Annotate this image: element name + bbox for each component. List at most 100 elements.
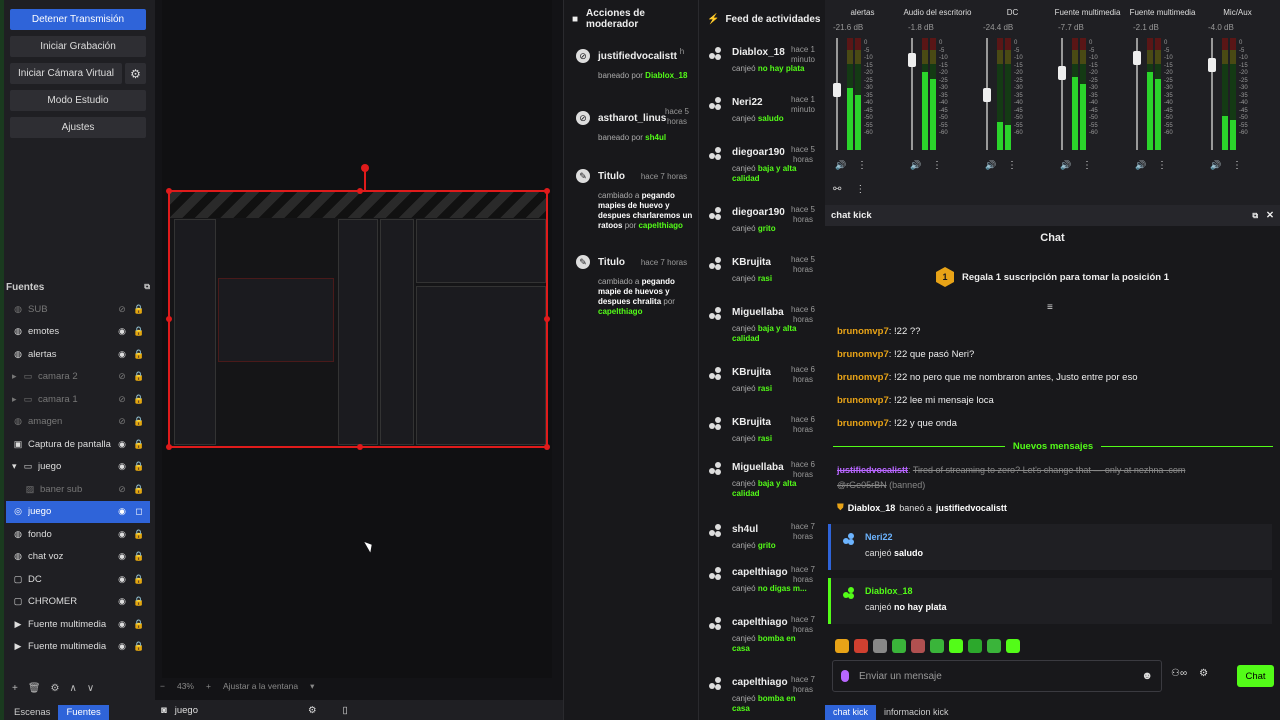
lock-icon[interactable]: 🔒 bbox=[133, 529, 145, 540]
mod-action-by[interactable]: capelthiago bbox=[598, 307, 642, 316]
eye-icon[interactable]: ◉ bbox=[116, 529, 128, 540]
remove-source-icon[interactable]: 🗑 bbox=[28, 683, 41, 697]
lock-icon[interactable]: ◻ bbox=[133, 506, 145, 517]
lock-icon[interactable]: 🔒 bbox=[133, 484, 145, 495]
move-down-icon[interactable]: ∨ bbox=[87, 683, 94, 697]
eye-icon[interactable]: ◉ bbox=[116, 574, 128, 585]
mod-action-user[interactable]: astharot_linus bbox=[598, 113, 666, 124]
source-item[interactable]: ▸ ▭ camara 1 ⊘ 🔒 bbox=[6, 388, 150, 411]
source-item[interactable]: ▶ Fuente multimedia ◉ 🔒 bbox=[6, 613, 150, 636]
resize-handle-bl[interactable] bbox=[166, 444, 172, 450]
settings-button[interactable]: Ajustes bbox=[10, 117, 146, 138]
feed-user[interactable]: Miguellaba bbox=[732, 307, 784, 318]
chevron-right-icon[interactable]: ▸ bbox=[12, 394, 22, 405]
feed-user[interactable]: Neri22 bbox=[732, 97, 763, 108]
fader-knob[interactable] bbox=[983, 88, 991, 102]
chevron-down-icon[interactable]: ▾ bbox=[12, 461, 22, 472]
source-item[interactable]: ◍ emotes ◉ 🔒 bbox=[6, 321, 150, 344]
lock-icon[interactable]: 🔒 bbox=[133, 394, 145, 405]
fader-knob[interactable] bbox=[1208, 58, 1216, 72]
source-item[interactable]: ◍ alertas ◉ 🔒 bbox=[6, 343, 150, 366]
channel-menu-icon[interactable]: ⋮ bbox=[1232, 160, 1242, 171]
mod-action-user[interactable]: Titulo bbox=[598, 171, 625, 182]
eye-icon[interactable]: ◉ bbox=[116, 439, 128, 450]
lock-icon[interactable]: 🔒 bbox=[133, 349, 145, 360]
eye-icon[interactable]: ⊘ bbox=[116, 416, 128, 427]
tab-scenes[interactable]: Escenas bbox=[6, 705, 58, 720]
banned-user[interactable]: justifiedvocalistt bbox=[837, 465, 908, 475]
emote-icon[interactable] bbox=[987, 639, 1001, 653]
emote-icon[interactable] bbox=[930, 639, 944, 653]
source-item[interactable]: ◍ SUB ⊘ 🔒 bbox=[6, 298, 150, 321]
resize-handle-tl[interactable] bbox=[166, 188, 172, 194]
speaker-icon[interactable]: 🔊 bbox=[1060, 160, 1071, 171]
eye-icon[interactable]: ⊘ bbox=[116, 371, 128, 382]
emote-icon[interactable] bbox=[949, 639, 963, 653]
feed-user[interactable]: Miguellaba bbox=[732, 462, 784, 473]
mod-action-by[interactable]: capelthiago bbox=[638, 221, 682, 230]
speaker-icon[interactable]: 🔊 bbox=[985, 160, 996, 171]
feed-user[interactable]: capelthiago bbox=[732, 567, 788, 578]
lock-icon[interactable]: 🔒 bbox=[133, 439, 145, 450]
move-up-icon[interactable]: ∧ bbox=[70, 683, 77, 697]
eye-icon[interactable]: ◉ bbox=[116, 596, 128, 607]
lock-icon[interactable]: 🔒 bbox=[133, 416, 145, 427]
source-item[interactable]: ▨ baner sub ⊘ 🔒 bbox=[6, 478, 150, 501]
lock-icon[interactable]: 🔒 bbox=[133, 574, 145, 585]
resize-handle-tr[interactable] bbox=[544, 188, 550, 194]
start-virtual-cam-button[interactable]: Iniciar Cámara Virtual bbox=[10, 63, 122, 84]
undock-icon[interactable]: ⧉ bbox=[144, 282, 150, 292]
mixer-menu-icon[interactable]: ⋮ bbox=[855, 184, 865, 195]
pinned-chevron-icon[interactable]: ≡ bbox=[1047, 302, 1053, 313]
channel-menu-icon[interactable]: ⋮ bbox=[1082, 160, 1092, 171]
emote-icon[interactable] bbox=[911, 639, 925, 653]
speaker-icon[interactable]: 🔊 bbox=[835, 160, 846, 171]
chevron-right-icon[interactable]: ▸ bbox=[12, 371, 22, 382]
emote-icon[interactable] bbox=[1006, 639, 1020, 653]
feed-user[interactable]: capelthiago bbox=[732, 677, 788, 688]
tab-informacion-kick[interactable]: informacion kick bbox=[876, 705, 957, 720]
tab-chat-kick[interactable]: chat kick bbox=[825, 705, 877, 720]
channel-menu-icon[interactable]: ⋮ bbox=[857, 160, 867, 171]
chevron-down-icon[interactable]: ▾ bbox=[310, 681, 314, 693]
source-item[interactable]: ◍ fondo ◉ 🔒 bbox=[6, 523, 150, 546]
source-item[interactable]: ▢ DC ◉ 🔒 bbox=[6, 568, 150, 591]
chat-settings-icon[interactable]: ⚙ bbox=[1199, 668, 1208, 679]
lock-icon[interactable]: 🔒 bbox=[133, 619, 145, 630]
zoom-in-icon[interactable]: + bbox=[206, 681, 211, 693]
eye-icon[interactable]: ◉ bbox=[116, 461, 128, 472]
tab-sources[interactable]: Fuentes bbox=[58, 705, 109, 720]
eye-icon[interactable]: ⊘ bbox=[116, 394, 128, 405]
lock-icon[interactable]: 🔒 bbox=[133, 304, 145, 315]
source-item[interactable]: ▶ Fuente multimedia ◉ 🔒 bbox=[6, 636, 150, 659]
channel-menu-icon[interactable]: ⋮ bbox=[1007, 160, 1017, 171]
scene-gear-icon[interactable]: ⚙ bbox=[308, 705, 317, 716]
lock-icon[interactable]: 🔒 bbox=[133, 596, 145, 607]
zoom-out-icon[interactable]: − bbox=[160, 681, 165, 693]
lock-icon[interactable]: 🔒 bbox=[133, 371, 145, 382]
preview-canvas[interactable] bbox=[162, 0, 552, 678]
mod-action-user[interactable]: Titulo bbox=[598, 257, 625, 268]
fader-track[interactable] bbox=[1061, 38, 1063, 150]
eye-icon[interactable]: ◉ bbox=[116, 619, 128, 630]
feed-user[interactable]: KBrujita bbox=[732, 367, 771, 378]
fader-track[interactable] bbox=[1211, 38, 1213, 150]
resize-handle-r[interactable] bbox=[544, 316, 550, 322]
mic-icon[interactable] bbox=[841, 670, 849, 682]
source-properties-icon[interactable]: ⚙ bbox=[51, 683, 60, 697]
add-source-icon[interactable]: + bbox=[12, 683, 18, 697]
feed-user[interactable]: Diablox_18 bbox=[732, 47, 785, 58]
feed-user[interactable]: sh4ul bbox=[732, 524, 758, 535]
feed-user[interactable]: KBrujita bbox=[732, 257, 771, 268]
fader-knob[interactable] bbox=[1058, 66, 1066, 80]
eye-icon[interactable]: ◉ bbox=[116, 551, 128, 562]
speaker-icon[interactable]: 🔊 bbox=[910, 160, 921, 171]
emoji-icon[interactable]: ☻ bbox=[1141, 670, 1153, 682]
close-icon[interactable]: ✕ bbox=[1266, 210, 1274, 221]
feed-user[interactable]: diegoar190 bbox=[732, 207, 785, 218]
eye-icon[interactable]: ⊘ bbox=[116, 484, 128, 495]
resize-handle-b[interactable] bbox=[357, 444, 363, 450]
source-item[interactable]: ▾ ▭ juego ◉ 🔒 bbox=[6, 456, 150, 479]
resize-handle-br[interactable] bbox=[544, 444, 550, 450]
lock-icon[interactable]: 🔒 bbox=[133, 326, 145, 337]
